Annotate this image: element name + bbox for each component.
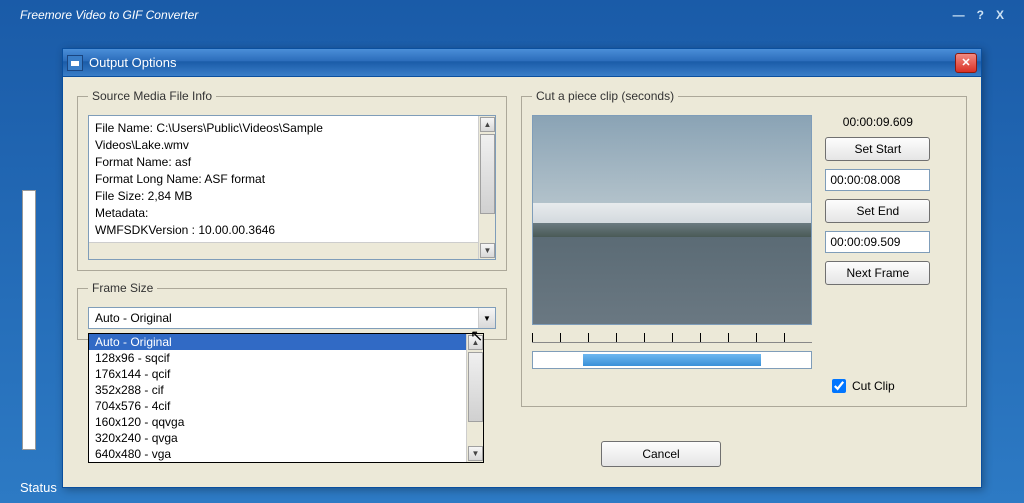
cut-clip-legend: Cut a piece clip (seconds) xyxy=(532,89,678,103)
source-info-textbox[interactable]: File Name: C:\Users\Public\Videos\Sample… xyxy=(88,115,496,260)
preview-sky xyxy=(533,116,811,210)
dropdown-item[interactable]: 320x240 - qvga xyxy=(89,430,466,446)
cancel-button[interactable]: Cancel xyxy=(601,441,721,467)
dialog-title: Output Options xyxy=(89,55,955,70)
dropdown-item[interactable]: 176x144 - qcif xyxy=(89,366,466,382)
set-end-button[interactable]: Set End xyxy=(825,199,930,223)
set-start-button[interactable]: Set Start xyxy=(825,137,930,161)
ruler-ticks xyxy=(532,333,812,343)
dialog-close-button[interactable]: ✕ xyxy=(955,53,977,73)
dialog-titlebar[interactable]: Output Options ✕ xyxy=(63,49,981,77)
info-line: Format Long Name: ASF format xyxy=(95,171,489,188)
scroll-up-icon[interactable]: ▲ xyxy=(468,335,483,350)
parent-titlebar: Freemore Video to GIF Converter — ? X xyxy=(0,0,1024,30)
status-label: Status xyxy=(20,480,57,495)
info-line: File Size: 2,84 MB xyxy=(95,188,489,205)
video-preview[interactable] xyxy=(532,115,812,325)
preview-water xyxy=(533,237,811,324)
cut-clip-text: Cut Clip xyxy=(852,379,895,393)
minimize-button[interactable]: — xyxy=(953,8,965,22)
cut-controls: 00:00:09.609 Set Start Set End Next Fram… xyxy=(825,115,930,293)
info-line: Metadata: xyxy=(95,205,489,222)
dialog-icon xyxy=(67,55,83,71)
parent-content-edge xyxy=(22,190,36,450)
source-media-legend: Source Media File Info xyxy=(88,89,216,103)
dropdown-item[interactable]: 704x576 - 4cif xyxy=(89,398,466,414)
preview-mountains xyxy=(533,203,811,236)
timeline-ruler xyxy=(532,333,812,347)
frame-size-selected: Auto - Original xyxy=(95,311,172,325)
dropdown-item[interactable]: 640x480 - vga xyxy=(89,446,466,462)
info-line: Videos\Lake.wmv xyxy=(95,137,489,154)
parent-title: Freemore Video to GIF Converter xyxy=(20,8,198,22)
info-line: File Name: C:\Users\Public\Videos\Sample xyxy=(95,120,489,137)
frame-size-legend: Frame Size xyxy=(88,281,157,295)
close-button[interactable]: X xyxy=(996,8,1004,22)
info-line: WMFSDKVersion : 10.00.00.3646 xyxy=(95,222,489,239)
right-column: Cut a piece clip (seconds) 00:00:09.609 … xyxy=(521,89,967,467)
dropdown-item[interactable]: Auto - Original xyxy=(89,334,466,350)
dropdown-item[interactable]: 128x96 - sqcif xyxy=(89,350,466,366)
next-frame-button[interactable]: Next Frame xyxy=(825,261,930,285)
scroll-down-icon[interactable]: ▼ xyxy=(480,243,495,258)
source-media-fieldset: Source Media File Info File Name: C:\Use… xyxy=(77,89,507,271)
info-scrollbar-horizontal[interactable] xyxy=(89,242,478,259)
frame-size-fieldset: Frame Size Auto - Original ▼ xyxy=(77,281,507,340)
parent-window-controls: — ? X xyxy=(953,8,1004,22)
dropdown-item[interactable]: 352x288 - cif xyxy=(89,382,466,398)
help-button[interactable]: ? xyxy=(977,8,984,22)
dropdown-item[interactable]: 160x120 - qqvga xyxy=(89,414,466,430)
info-line: Format Name: asf xyxy=(95,154,489,171)
end-time-field[interactable] xyxy=(825,231,930,253)
timeline-slider[interactable] xyxy=(532,351,812,369)
info-scrollbar-vertical[interactable]: ▲ ▼ xyxy=(478,116,495,259)
chevron-down-icon[interactable]: ▼ xyxy=(478,308,495,328)
frame-size-combobox[interactable]: Auto - Original ▼ xyxy=(88,307,496,329)
cut-clip-checkbox[interactable] xyxy=(832,379,846,393)
start-time-field[interactable] xyxy=(825,169,930,191)
scroll-thumb[interactable] xyxy=(468,352,483,422)
scroll-down-icon[interactable]: ▼ xyxy=(468,446,483,461)
cut-clip-checkbox-label[interactable]: Cut Clip xyxy=(832,379,895,393)
slider-selection xyxy=(583,354,761,366)
dropdown-scrollbar[interactable]: ▲ ▼ xyxy=(466,334,483,462)
scroll-thumb[interactable] xyxy=(480,134,495,214)
frame-size-dropdown[interactable]: Auto - Original 128x96 - sqcif 176x144 -… xyxy=(88,333,484,463)
scroll-up-icon[interactable]: ▲ xyxy=(480,117,495,132)
current-time-label: 00:00:09.609 xyxy=(825,115,930,129)
cut-clip-fieldset: Cut a piece clip (seconds) 00:00:09.609 … xyxy=(521,89,967,407)
